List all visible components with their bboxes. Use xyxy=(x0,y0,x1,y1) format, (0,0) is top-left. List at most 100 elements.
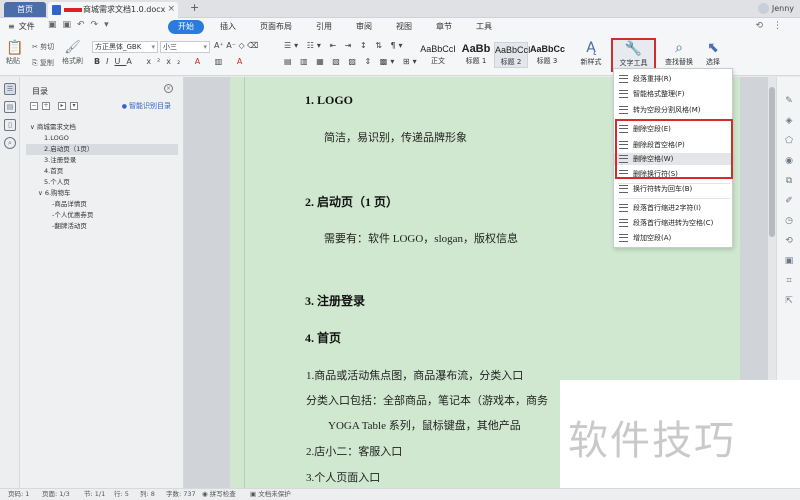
share-icon[interactable]: ⇱ xyxy=(783,295,795,307)
move-down-icon[interactable]: ▾ xyxy=(70,102,78,110)
paragraph: 3.个人页面入口 xyxy=(306,472,381,484)
menu-item-add-empty-para[interactable]: 增加空段(A) xyxy=(614,232,732,244)
water-icon[interactable]: ◉ xyxy=(783,155,795,167)
outline-icon[interactable]: ☰ xyxy=(4,83,16,95)
toc-item[interactable]: -翻牌活动页 xyxy=(26,221,178,232)
move-up-icon[interactable]: ▸ xyxy=(58,102,66,110)
heading-logo: 1. LOGO xyxy=(305,93,354,107)
tab-references[interactable]: 引用 xyxy=(308,20,340,34)
status-section: 节: 1/1 xyxy=(84,490,106,498)
tab-view[interactable]: 视图 xyxy=(388,20,420,34)
alignment-buttons[interactable]: ▤ ▥ ▦ ▧ ▨ ⇕ ▩▾ ⊞▾ xyxy=(284,57,420,66)
scissors-icon: ✂ xyxy=(32,43,38,51)
search-icon: ⌕ xyxy=(675,40,683,56)
add-tab-button[interactable]: + xyxy=(190,1,199,14)
menu-separator xyxy=(618,198,730,199)
file-menu[interactable]: 文件 xyxy=(8,21,35,32)
paste-label: 粘贴 xyxy=(6,57,20,65)
tab-section[interactable]: 章节 xyxy=(428,20,460,34)
style-normal[interactable]: AaBbCcI 正文 xyxy=(420,42,456,68)
menu-item-delete-line-breaks[interactable]: 删除换行符(S) xyxy=(614,168,732,180)
tab-page-layout[interactable]: 页面布局 xyxy=(252,20,300,34)
format-painter-button[interactable]: 🖌 格式刷 xyxy=(62,40,83,66)
collapse-all-icon[interactable]: − xyxy=(30,102,38,110)
toc-item[interactable]: 1.LOGO xyxy=(26,133,178,144)
protection-status[interactable]: ▣ 文档未保护 xyxy=(250,489,291,500)
style-heading-2[interactable]: AaBbCcI 标题 2 xyxy=(494,42,531,68)
tab-tools[interactable]: 工具 xyxy=(468,20,500,34)
list-buttons[interactable]: ☰▾ ☷▾ ⇤ ⇥ ↕ ⇅ ¶▾ xyxy=(284,41,406,50)
pen-icon[interactable]: ✎ xyxy=(783,95,795,107)
edit-icon[interactable]: ✐ xyxy=(783,195,795,207)
crop-icon[interactable]: ⌗ xyxy=(783,275,795,287)
tab-document[interactable]: 商城需求文档1.0.docx × xyxy=(48,2,178,18)
history-icon[interactable]: ◷ xyxy=(783,215,795,227)
layers-icon[interactable]: ◈ xyxy=(783,115,795,127)
paragraph-icon xyxy=(619,141,628,149)
pages-icon[interactable]: ▤ xyxy=(4,101,16,113)
text-tools-button[interactable]: 🔧 文字工具 xyxy=(611,38,656,72)
translate-icon[interactable]: ⧉ xyxy=(783,175,795,187)
paste-button[interactable]: 📋 粘贴 xyxy=(6,40,23,66)
font-family-select[interactable]: 方正黑体_GBK xyxy=(92,41,158,53)
history-icon[interactable]: ⟲ xyxy=(783,235,795,247)
cut-button[interactable]: ✂ 剪切 xyxy=(32,42,54,52)
tab-start[interactable]: 开始 xyxy=(168,20,204,34)
menu-item-reflow[interactable]: 段落重排(R) xyxy=(614,73,732,85)
new-style-button[interactable]: Ą 新样式 xyxy=(574,39,608,67)
status-pages[interactable]: 页面: 1/3 xyxy=(42,489,70,500)
menu-item-indent-2-chars[interactable]: 段落首行缩进2字符(I) xyxy=(614,202,732,214)
status-page-num: 页码: 1 xyxy=(8,490,30,498)
smart-toc-button[interactable]: 智能识别目录 xyxy=(122,101,171,111)
share-icons[interactable]: ⟲⋮ xyxy=(755,21,792,31)
spellcheck-label: 拼写检查 xyxy=(209,490,236,498)
tab-review[interactable]: 审阅 xyxy=(348,20,380,34)
font-grow-icon[interactable]: A⁺ A⁻ ◇ ⌫ xyxy=(214,41,258,50)
text-format-buttons[interactable]: BIUA x²x₂ A ▥ A xyxy=(94,57,248,66)
expand-all-icon[interactable]: + xyxy=(42,102,50,110)
scrollbar-thumb[interactable] xyxy=(769,87,775,237)
toc-item[interactable]: 3.注册登录 xyxy=(26,155,178,166)
toc-item[interactable]: 4.首页 xyxy=(26,166,178,177)
toc-item[interactable]: 5.个人页 xyxy=(26,177,178,188)
menu-item-label: 换行符转为回车(B) xyxy=(633,185,693,193)
bookmark-icon[interactable]: ▯ xyxy=(4,119,16,131)
shape-icon[interactable]: ⬠ xyxy=(783,135,795,147)
user-account[interactable]: Jenny xyxy=(757,2,794,16)
style-name: 标题 2 xyxy=(500,58,522,66)
find-replace-button[interactable]: ⌕ 查找替换 xyxy=(660,39,698,67)
menu-item-delete-spaces[interactable]: 删除空格(W) xyxy=(614,153,732,165)
font-size-select[interactable]: 小三 xyxy=(160,41,210,53)
menu-item-linebreak-to-enter[interactable]: 换行符转为回车(B) xyxy=(614,183,732,195)
toc-item[interactable]: -个人优惠券页 xyxy=(26,210,178,221)
status-words[interactable]: 字数: 737 xyxy=(166,489,196,500)
select-button[interactable]: ⬉ 选择 xyxy=(700,39,726,67)
menu-item-delete-leading-spaces[interactable]: 删除段首空格(P) xyxy=(614,139,732,151)
style-sample: AaBbCcI xyxy=(495,45,531,55)
cut-label: 剪切 xyxy=(40,43,55,51)
search-icon[interactable]: ⌕ xyxy=(4,137,16,149)
style-heading-1[interactable]: AaBb 标题 1 xyxy=(458,42,494,68)
copy-button[interactable]: ⎘ 复制 xyxy=(32,58,54,68)
paragraph: 分类入口包括：全部商品，笔记本（游戏本，商务 xyxy=(306,395,548,407)
quick-access-icons[interactable]: ▣▣↶↷▾ xyxy=(48,20,115,30)
close-icon[interactable]: × xyxy=(164,84,173,93)
menu-item-smart-format[interactable]: 智能格式整理(F) xyxy=(614,88,732,100)
menu-item-indent-to-spaces[interactable]: 段落首行缩进转为空格(C) xyxy=(614,217,732,229)
toc-item[interactable]: 2.启动页（1页） xyxy=(26,144,178,155)
tab-insert[interactable]: 插入 xyxy=(212,20,244,34)
tab-home[interactable]: 首页 xyxy=(4,2,46,17)
tab-close-icon[interactable]: × xyxy=(167,2,175,17)
paragraph-icon xyxy=(619,185,628,193)
style-heading-3[interactable]: AaBbCc 标题 3 xyxy=(530,42,565,68)
menu-item-empty-para-style[interactable]: 转为空段分割风格(M) xyxy=(614,104,732,116)
toc-item[interactable]: ∨ 6.购物车 xyxy=(26,188,178,199)
check-icon: ◉ xyxy=(202,490,210,498)
toc-item[interactable]: ∨ 商城需求文档 xyxy=(26,122,178,133)
format-icon[interactable]: ▣ xyxy=(783,255,795,267)
paragraph-icon xyxy=(619,106,628,114)
left-icon-strip: ☰ ▤ ▯ ⌕ xyxy=(0,77,20,488)
menu-item-delete-empty-para[interactable]: 删除空段(E) xyxy=(614,123,732,135)
spellcheck-toggle[interactable]: ◉ 拼写检查 xyxy=(202,489,236,500)
toc-item[interactable]: -商品详情页 xyxy=(26,199,178,210)
